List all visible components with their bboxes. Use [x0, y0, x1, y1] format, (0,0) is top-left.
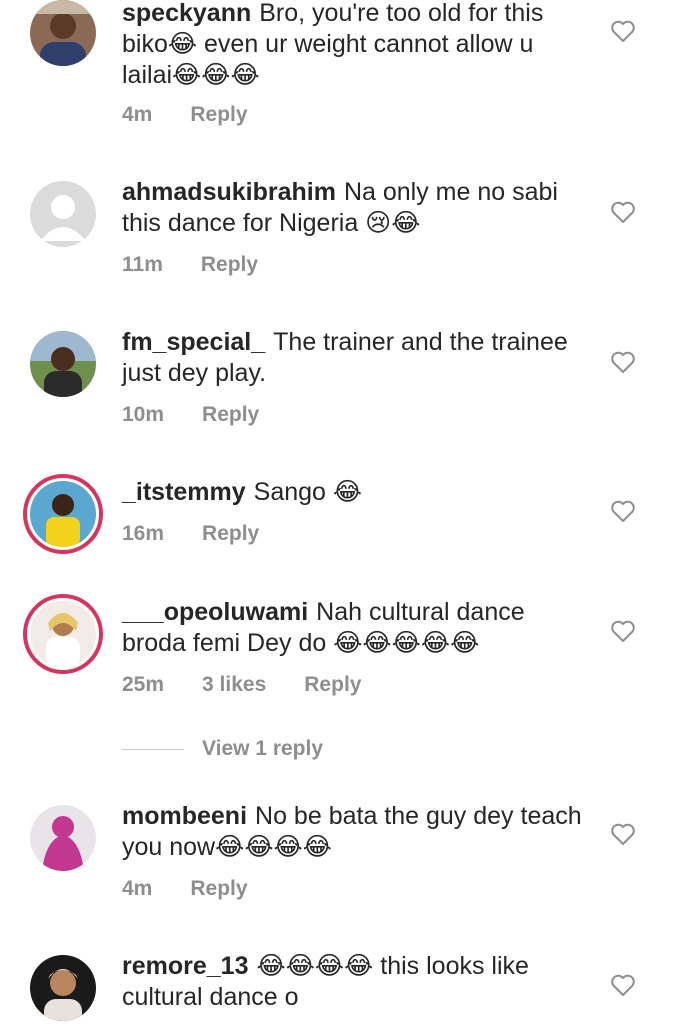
- comment-time: 4m: [122, 877, 153, 900]
- avatar[interactable]: [30, 805, 96, 871]
- comment-username[interactable]: ___opeoluwami: [122, 598, 308, 626]
- avatar[interactable]: [23, 594, 103, 674]
- view-replies[interactable]: View 1 reply: [122, 737, 323, 761]
- avatar[interactable]: [30, 181, 96, 247]
- comment-time: 25m: [122, 673, 165, 696]
- comment-meta: 25m 3 likes Reply: [122, 673, 361, 697]
- reply-button[interactable]: Reply: [190, 877, 247, 901]
- comment-text: speckyann Bro, you're too old for this bi…: [122, 0, 582, 91]
- avatar[interactable]: [30, 0, 96, 66]
- reply-button[interactable]: Reply: [190, 103, 247, 127]
- comment-meta: 10m Reply: [122, 403, 259, 427]
- comment-username[interactable]: speckyann: [122, 0, 251, 27]
- comment-text: fm_special_ The trainer and the trainee j…: [122, 327, 582, 389]
- reply-button[interactable]: Reply: [304, 673, 361, 697]
- view-replies-label[interactable]: View 1 reply: [202, 737, 323, 761]
- comment-meta: 11m Reply: [122, 253, 258, 277]
- reply-button[interactable]: Reply: [202, 403, 259, 427]
- comment-meta: 4m Reply: [122, 103, 248, 127]
- heart-icon[interactable]: [610, 499, 636, 523]
- divider: [122, 748, 184, 750]
- comment-text: ahmadsukibrahim Na only me no sabi this d…: [122, 177, 582, 239]
- reply-button[interactable]: Reply: [201, 253, 258, 277]
- comment-username[interactable]: _itstemmy: [122, 478, 246, 506]
- heart-icon[interactable]: [610, 350, 636, 374]
- avatar[interactable]: [23, 474, 103, 554]
- comment-username[interactable]: fm_special_: [122, 328, 265, 356]
- comment-time: 16m: [122, 522, 165, 545]
- comment-text: _itstemmy Sango 😂: [122, 477, 582, 508]
- comment-text: ___opeoluwami Nah cultural dance broda fe…: [122, 597, 582, 659]
- comment-text: remore_13 😂😂😂😂 this looks like cultural d…: [122, 951, 582, 1013]
- comment-meta: 4m Reply: [122, 877, 248, 901]
- avatar[interactable]: [30, 955, 96, 1021]
- heart-icon[interactable]: [610, 973, 636, 997]
- comment-time: 11m: [122, 253, 163, 276]
- heart-icon[interactable]: [610, 619, 636, 643]
- comment-username[interactable]: mombeeni: [122, 802, 247, 830]
- comment-time: 4m: [122, 103, 153, 126]
- comment-username[interactable]: ahmadsukibrahim: [122, 178, 336, 206]
- reply-button[interactable]: Reply: [202, 522, 259, 546]
- heart-icon[interactable]: [610, 822, 636, 846]
- likes-count[interactable]: 3 likes: [202, 673, 266, 697]
- comment-time: 10m: [122, 403, 165, 426]
- comment-username[interactable]: remore_13: [122, 952, 248, 980]
- comment-text: mombeeni No be bata the guy dey teach you…: [122, 801, 582, 863]
- avatar[interactable]: [30, 331, 96, 397]
- comment-body: Sango 😂: [253, 478, 363, 506]
- comment-meta: 16m Reply: [122, 522, 259, 546]
- heart-icon[interactable]: [610, 200, 636, 224]
- heart-icon[interactable]: [610, 19, 636, 43]
